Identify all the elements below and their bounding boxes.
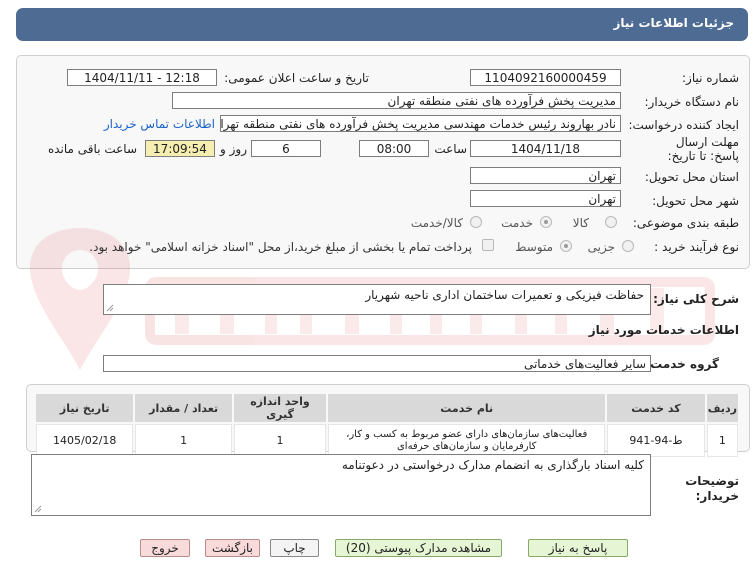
page-header: جزئیات اطلاعات نیاز: [16, 8, 748, 41]
need-number-label: شماره نیاز:: [682, 71, 739, 85]
service-group-field: سایر فعالیت‌های خدماتی: [103, 355, 651, 372]
delivery-city-field: تهران: [470, 190, 621, 207]
page-title: جزئیات اطلاعات نیاز: [613, 16, 734, 30]
col-row-number: ردیف: [706, 394, 738, 422]
back-button[interactable]: بازگشت: [205, 539, 260, 557]
delivery-city-label: شهر محل تحویل:: [652, 194, 739, 208]
col-unit: واحد اندازه گیری: [233, 394, 327, 422]
resize-grip-icon[interactable]: [34, 505, 42, 513]
deadline-date-field: 1404/11/18: [470, 140, 621, 157]
buyer-contact-link[interactable]: اطلاعات تماس خریدار: [104, 117, 215, 131]
request-creator-field: نادر بهاروند رئیس خدمات مهندسی مدیریت پخ…: [220, 115, 621, 132]
need-description-text: حفاظت فیزیکی و تعمیرات ساختمان اداری ناح…: [365, 288, 644, 302]
col-service-code: کد خدمت: [607, 394, 705, 422]
delivery-province-label: استان محل تحویل:: [644, 170, 739, 184]
category-goods-label: کالا: [572, 216, 589, 230]
announce-datetime-field: 1404/11/11 - 12:18: [67, 69, 217, 86]
services-table: ردیف کد خدمت نام خدمت واحد اندازه گیری ت…: [34, 392, 740, 459]
need-description-label: شرح کلی نیاز:: [653, 292, 739, 306]
purchase-medium-label: متوسط: [515, 240, 553, 254]
services-table-header: ردیف کد خدمت نام خدمت واحد اندازه گیری ت…: [36, 394, 738, 422]
col-service-name: نام خدمت: [328, 394, 606, 422]
reply-to-need-button[interactable]: پاسخ به نیاز: [528, 539, 628, 557]
category-goods-service-label: کالا/خدمت: [410, 216, 463, 230]
deadline-label-text: مهلت ارسال پاسخ: تا تاریخ:: [667, 135, 739, 163]
need-description-field: حفاظت فیزیکی و تعمیرات ساختمان اداری ناح…: [103, 284, 651, 315]
purchase-minor-radio[interactable]: [622, 240, 634, 252]
exit-button[interactable]: خروج: [140, 539, 190, 557]
services-section-title: اطلاعات خدمات مورد نیاز: [588, 323, 739, 337]
treasury-payment-checkbox[interactable]: [482, 239, 494, 251]
need-info-panel: [16, 55, 750, 269]
purchase-medium-radio[interactable]: [560, 240, 572, 252]
buyer-notes-label-text: توضیحات خریدار:: [685, 474, 739, 503]
delivery-province-field: تهران: [470, 167, 621, 184]
col-quantity: تعداد / مقدار: [135, 394, 232, 422]
remaining-days-field: 6: [251, 140, 321, 157]
purchase-type-label: نوع فرآیند خرید :: [654, 240, 739, 254]
category-goods-radio[interactable]: [605, 216, 617, 228]
remaining-time-label: ساعت باقی مانده: [47, 142, 137, 156]
deadline-time-label: ساعت: [434, 142, 467, 156]
cell-service-name: فعالیت‌های سازمان‌های دارای عضو مربوط به…: [328, 424, 606, 457]
request-creator-label: ایجاد کننده درخواست:: [628, 118, 739, 132]
view-attachments-button[interactable]: مشاهده مدارک پیوستی (20): [335, 539, 502, 557]
category-service-radio[interactable]: [540, 216, 552, 228]
cell-unit: 1: [233, 424, 327, 457]
resize-grip-icon[interactable]: [106, 304, 114, 312]
buyer-org-label: نام دستگاه خریدار:: [644, 95, 740, 109]
category-service-label: خدمت: [501, 216, 533, 230]
buyer-org-field: مدیریت پخش فرآورده های نفتی منطقه تهران: [172, 92, 621, 109]
buyer-notes-field: کلیه اسناد بارگذاری به انضمام مدارک درخو…: [31, 454, 651, 516]
col-need-date: تاریخ نیاز: [36, 394, 134, 422]
print-button[interactable]: چاپ: [270, 539, 319, 557]
table-row: 1 ط-94-941 فعالیت‌های سازمان‌های دارای ع…: [36, 424, 738, 457]
purchase-minor-label: جزیی: [587, 240, 615, 254]
cell-quantity: 1: [135, 424, 232, 457]
remaining-time-field: 17:09:54: [145, 140, 215, 157]
cell-service-code: ط-94-941: [607, 424, 705, 457]
cell-row-number: 1: [706, 424, 738, 457]
treasury-payment-note: پرداخت تمام یا بخشی از مبلغ خرید،از محل …: [89, 240, 472, 254]
buyer-notes-text: کلیه اسناد بارگذاری به انضمام مدارک درخو…: [341, 458, 644, 472]
days-label: روز و: [220, 142, 247, 156]
service-group-label: گروه خدمت:: [645, 357, 719, 371]
category-goods-service-radio[interactable]: [470, 216, 482, 228]
cell-need-date: 1405/02/18: [36, 424, 134, 457]
category-label: طبقه بندی موضوعی:: [632, 216, 739, 230]
announce-datetime-label: تاریخ و ساعت اعلان عمومی:: [224, 71, 369, 85]
deadline-label: مهلت ارسال پاسخ: تا تاریخ:: [655, 135, 739, 163]
deadline-time-field: 08:00: [359, 140, 429, 157]
buyer-notes-label: توضیحات خریدار:: [659, 474, 739, 504]
need-number-field: 1104092160000459: [470, 69, 621, 86]
